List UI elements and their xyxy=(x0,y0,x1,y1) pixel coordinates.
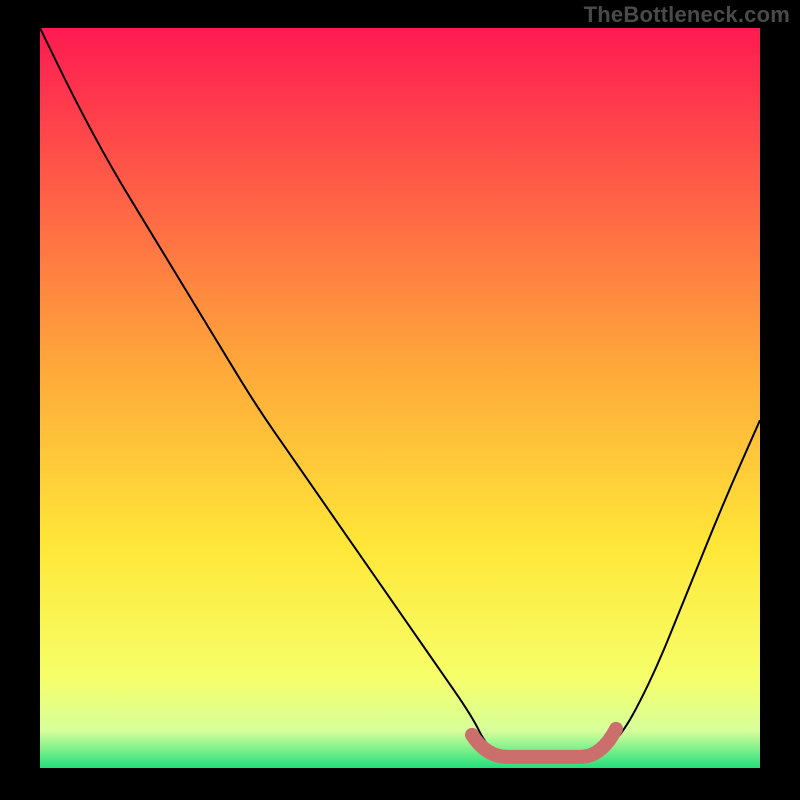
chart-frame: TheBottleneck.com xyxy=(0,0,800,800)
watermark-text: TheBottleneck.com xyxy=(584,2,790,28)
plot-area xyxy=(40,28,760,768)
plot-svg xyxy=(40,28,760,768)
gradient-background xyxy=(40,28,760,768)
